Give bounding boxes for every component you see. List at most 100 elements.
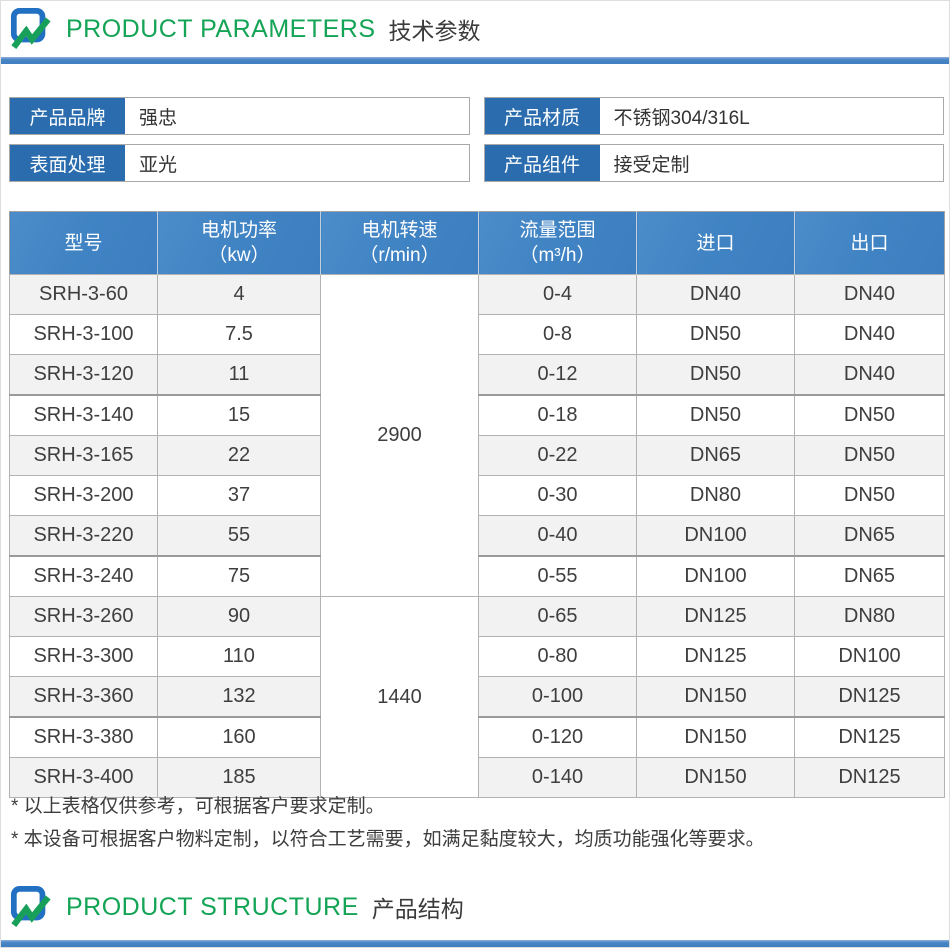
model-cell: SRH-3-380 [10, 717, 158, 758]
flow-cell: 0-80 [479, 637, 637, 677]
outlet-cell: DN65 [795, 556, 945, 597]
flow-cell: 0-120 [479, 717, 637, 758]
flow-cell: 0-12 [479, 355, 637, 396]
col-header-model: 型号 [10, 212, 158, 275]
col-header-power: 电机功率（kw） [158, 212, 321, 275]
table-row: SRH-3-60 4 2900 0-4 DN40 DN40 [10, 275, 945, 315]
inlet-cell: DN125 [637, 597, 795, 637]
outlet-cell: DN65 [795, 516, 945, 557]
table-header-row: 型号 电机功率（kw） 电机转速（r/min） 流量范围（m³/h） 进口 出口 [10, 212, 945, 275]
parameters-table: 型号 电机功率（kw） 电机转速（r/min） 流量范围（m³/h） 进口 出口… [9, 211, 945, 798]
outlet-cell: DN40 [795, 355, 945, 396]
inlet-cell: DN40 [637, 275, 795, 315]
power-cell: 22 [158, 436, 321, 476]
model-cell: SRH-3-100 [10, 315, 158, 355]
info-box-components: 产品组件 接受定制 [484, 144, 945, 182]
model-cell: SRH-3-120 [10, 355, 158, 396]
inlet-cell: DN150 [637, 717, 795, 758]
model-cell: SRH-3-240 [10, 556, 158, 597]
power-cell: 15 [158, 395, 321, 436]
divider-bar-top [1, 57, 950, 64]
model-cell: SRH-3-220 [10, 516, 158, 557]
brand-logo-icon [10, 7, 52, 51]
outlet-cell: DN50 [795, 476, 945, 516]
power-cell: 37 [158, 476, 321, 516]
inlet-cell: DN50 [637, 315, 795, 355]
section-title-en: PRODUCT STRUCTURE [66, 893, 359, 922]
inlet-cell: DN50 [637, 355, 795, 396]
power-cell: 11 [158, 355, 321, 396]
power-cell: 160 [158, 717, 321, 758]
inlet-cell: DN100 [637, 516, 795, 557]
flow-cell: 0-22 [479, 436, 637, 476]
flow-cell: 0-100 [479, 677, 637, 718]
product-info-grid: 产品品牌 强忠 产品材质 不锈钢304/316L 表面处理 亚光 产品组件 接受… [9, 97, 944, 182]
power-cell: 55 [158, 516, 321, 557]
power-cell: 132 [158, 677, 321, 718]
info-box-finish: 表面处理 亚光 [9, 144, 470, 182]
flow-cell: 0-8 [479, 315, 637, 355]
outlet-cell: DN80 [795, 597, 945, 637]
inlet-cell: DN50 [637, 395, 795, 436]
speed-merged-cell: 1440 [321, 597, 479, 798]
model-cell: SRH-3-300 [10, 637, 158, 677]
inlet-cell: DN150 [637, 677, 795, 718]
footnote: * 本设备可根据客户物料定制，以符合工艺需要，如满足黏度较大，均质功能强化等要求… [11, 823, 941, 856]
info-value: 强忠 [125, 98, 469, 134]
brand-logo-icon [10, 885, 52, 929]
outlet-cell: DN40 [795, 315, 945, 355]
section-title-zh: 产品结构 [372, 890, 464, 924]
model-cell: SRH-3-260 [10, 597, 158, 637]
col-header-speed: 电机转速（r/min） [321, 212, 479, 275]
info-label: 产品组件 [485, 145, 600, 181]
model-cell: SRH-3-200 [10, 476, 158, 516]
model-cell: SRH-3-360 [10, 677, 158, 718]
info-label: 表面处理 [10, 145, 125, 181]
col-header-outlet: 出口 [795, 212, 945, 275]
section-title-en: PRODUCT PARAMETERS [66, 15, 376, 44]
power-cell: 90 [158, 597, 321, 637]
table-body: SRH-3-60 4 2900 0-4 DN40 DN40 SRH-3-100 … [10, 275, 945, 798]
info-label: 产品品牌 [10, 98, 125, 134]
product-parameters-page: PRODUCT PARAMETERS 技术参数 产品品牌 强忠 产品材质 不锈钢… [0, 0, 950, 948]
inlet-cell: DN100 [637, 556, 795, 597]
table-row: SRH-3-260 90 1440 0-65 DN125 DN80 [10, 597, 945, 637]
power-cell: 4 [158, 275, 321, 315]
flow-cell: 0-65 [479, 597, 637, 637]
table-header: 型号 电机功率（kw） 电机转速（r/min） 流量范围（m³/h） 进口 出口 [10, 212, 945, 275]
section-title-zh: 技术参数 [389, 12, 481, 46]
flow-cell: 0-30 [479, 476, 637, 516]
model-cell: SRH-3-140 [10, 395, 158, 436]
info-label: 产品材质 [485, 98, 600, 134]
inlet-cell: DN125 [637, 637, 795, 677]
col-header-inlet: 进口 [637, 212, 795, 275]
model-cell: SRH-3-60 [10, 275, 158, 315]
info-value: 亚光 [125, 145, 469, 181]
power-cell: 7.5 [158, 315, 321, 355]
inlet-cell: DN80 [637, 476, 795, 516]
col-header-flow: 流量范围（m³/h） [479, 212, 637, 275]
section-header-structure: PRODUCT STRUCTURE 产品结构 [10, 885, 464, 929]
outlet-cell: DN50 [795, 436, 945, 476]
outlet-cell: DN125 [795, 677, 945, 718]
flow-cell: 0-18 [479, 395, 637, 436]
footnote: * 以上表格仅供参考，可根据客户要求定制。 [11, 790, 941, 823]
info-box-material: 产品材质 不锈钢304/316L [484, 97, 945, 135]
speed-merged-cell: 2900 [321, 275, 479, 597]
flow-cell: 0-55 [479, 556, 637, 597]
info-value: 接受定制 [600, 145, 944, 181]
info-value: 不锈钢304/316L [600, 98, 944, 134]
info-box-brand: 产品品牌 强忠 [9, 97, 470, 135]
footnotes: * 以上表格仅供参考，可根据客户要求定制。 * 本设备可根据客户物料定制，以符合… [11, 790, 941, 856]
model-cell: SRH-3-165 [10, 436, 158, 476]
flow-cell: 0-40 [479, 516, 637, 557]
flow-cell: 0-4 [479, 275, 637, 315]
section-header-parameters: PRODUCT PARAMETERS 技术参数 [10, 7, 481, 51]
outlet-cell: DN125 [795, 717, 945, 758]
power-cell: 75 [158, 556, 321, 597]
inlet-cell: DN65 [637, 436, 795, 476]
outlet-cell: DN40 [795, 275, 945, 315]
outlet-cell: DN50 [795, 395, 945, 436]
outlet-cell: DN100 [795, 637, 945, 677]
divider-bar-bottom [1, 940, 950, 947]
